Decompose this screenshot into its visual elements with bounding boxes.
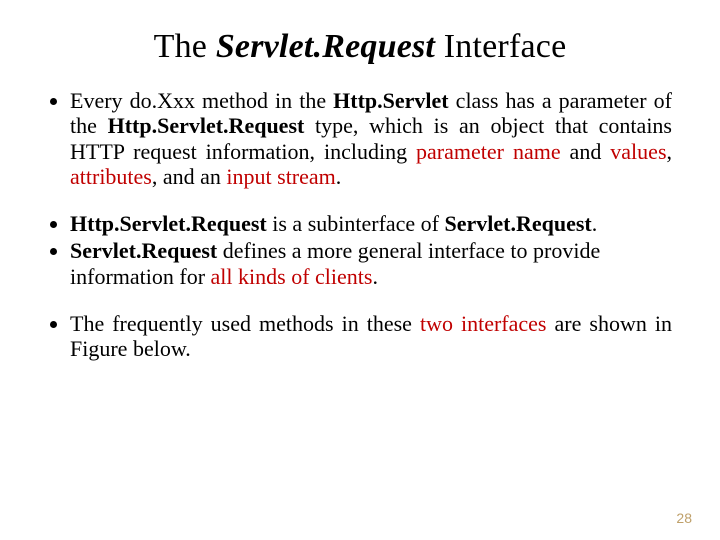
highlight-text: parameter name (416, 139, 561, 164)
highlight-text: two interfaces (420, 311, 547, 336)
slide: The Servlet.Request Interface Every do.X… (0, 0, 720, 540)
bold-text: Servlet.Request (70, 238, 217, 263)
title-emph: Servlet.Request (216, 28, 435, 65)
bold-text: Servlet.Request (445, 211, 592, 236)
title-post: Interface (435, 28, 566, 65)
text: and (561, 139, 611, 164)
text: . (372, 264, 378, 289)
bullet-2: Http.Servlet.Request is a subinterface o… (70, 211, 672, 236)
bold-text: Http.Servlet.Request (70, 211, 267, 236)
text: is a subinterface of (267, 211, 445, 236)
text: Every do.Xxx method in the (70, 88, 333, 113)
text: . (336, 164, 342, 189)
highlight-text: all kinds of clients (211, 264, 373, 289)
title-pre: The (154, 28, 216, 65)
page-number: 28 (676, 510, 692, 526)
text: , (667, 139, 673, 164)
highlight-text: values (610, 139, 666, 164)
slide-title: The Servlet.Request Interface (48, 28, 672, 66)
highlight-text: input stream (226, 164, 335, 189)
text: . (592, 211, 598, 236)
text: The frequently used methods in these (70, 311, 420, 336)
bullet-1: Every do.Xxx method in the Http.Servlet … (70, 88, 672, 189)
bold-text: Http.Servlet (333, 88, 448, 113)
highlight-text: attributes (70, 164, 152, 189)
bold-text: Http.Servlet.Request (108, 113, 305, 138)
text: , and an (152, 164, 227, 189)
bullet-3: Servlet.Request defines a more general i… (70, 238, 672, 289)
bullet-4: The frequently used methods in these two… (70, 311, 672, 362)
bullet-list: Every do.Xxx method in the Http.Servlet … (48, 88, 672, 362)
